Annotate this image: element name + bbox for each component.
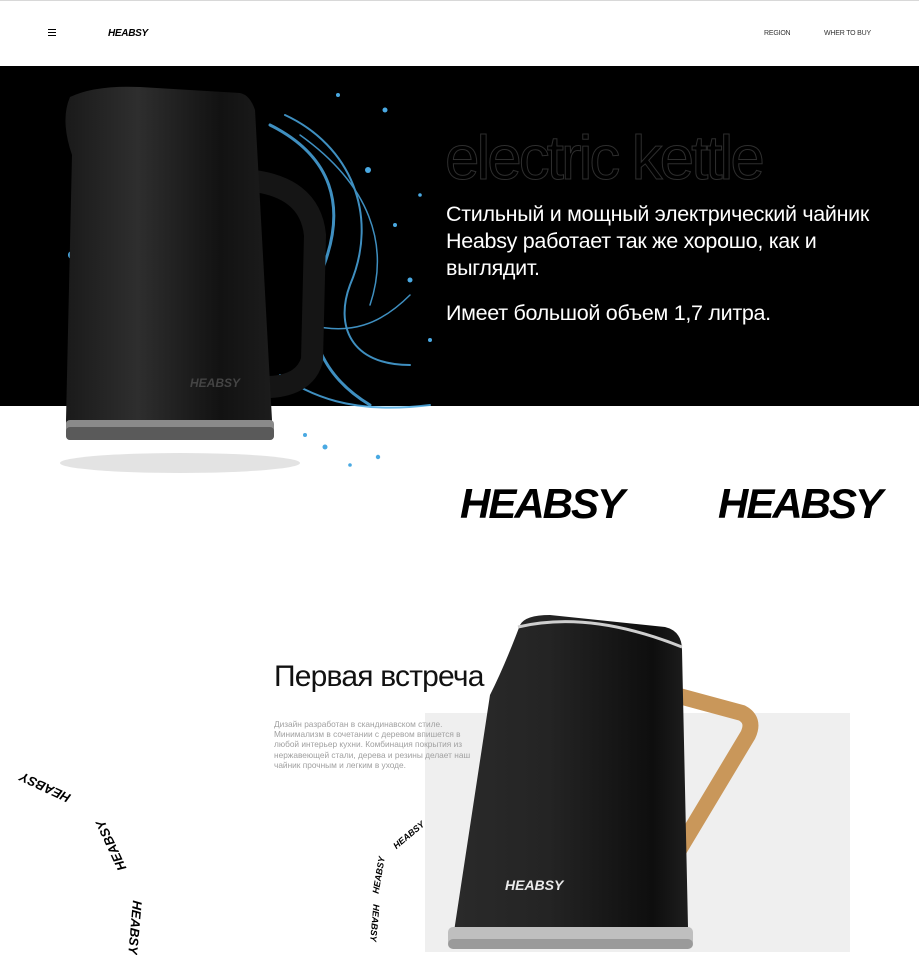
brand-logo-2: HEABSY [718, 480, 883, 527]
header-logo[interactable]: HEABSY [108, 28, 148, 39]
wood-handle-kettle-image: HEABSY [448, 615, 759, 949]
black-kettle-image: HEABSY [60, 86, 432, 473]
hero-volume-text: Имеет большой объем 1,7 литра. [446, 301, 771, 325]
scatter-logo-4: HEABSY [391, 819, 427, 851]
scatter-logo-5: HEABSY [370, 855, 387, 895]
wood-kettle-logo: HEABSY [505, 877, 565, 893]
brand-logo-1: HEABSY [460, 480, 625, 527]
hero-description: Стильный и мощный электрический чайник H… [446, 202, 869, 280]
scatter-logo-3: HEABSY [125, 899, 145, 955]
scatter-logo-6: HEABSY [368, 903, 382, 943]
kettle-logo: HEABSY [190, 376, 241, 390]
scatter-logo-1: HEABSY [17, 769, 73, 806]
scatter-logo-2: HEABSY [92, 817, 130, 874]
nav-where-to-buy-link[interactable]: WHER TO BUY [824, 30, 871, 37]
nav-region-link[interactable]: REGION [764, 30, 791, 37]
menu-icon[interactable] [48, 29, 56, 37]
site-header: HEABSY REGION WHER TO BUY [0, 1, 919, 66]
hero-title: electric kettle [445, 124, 766, 193]
